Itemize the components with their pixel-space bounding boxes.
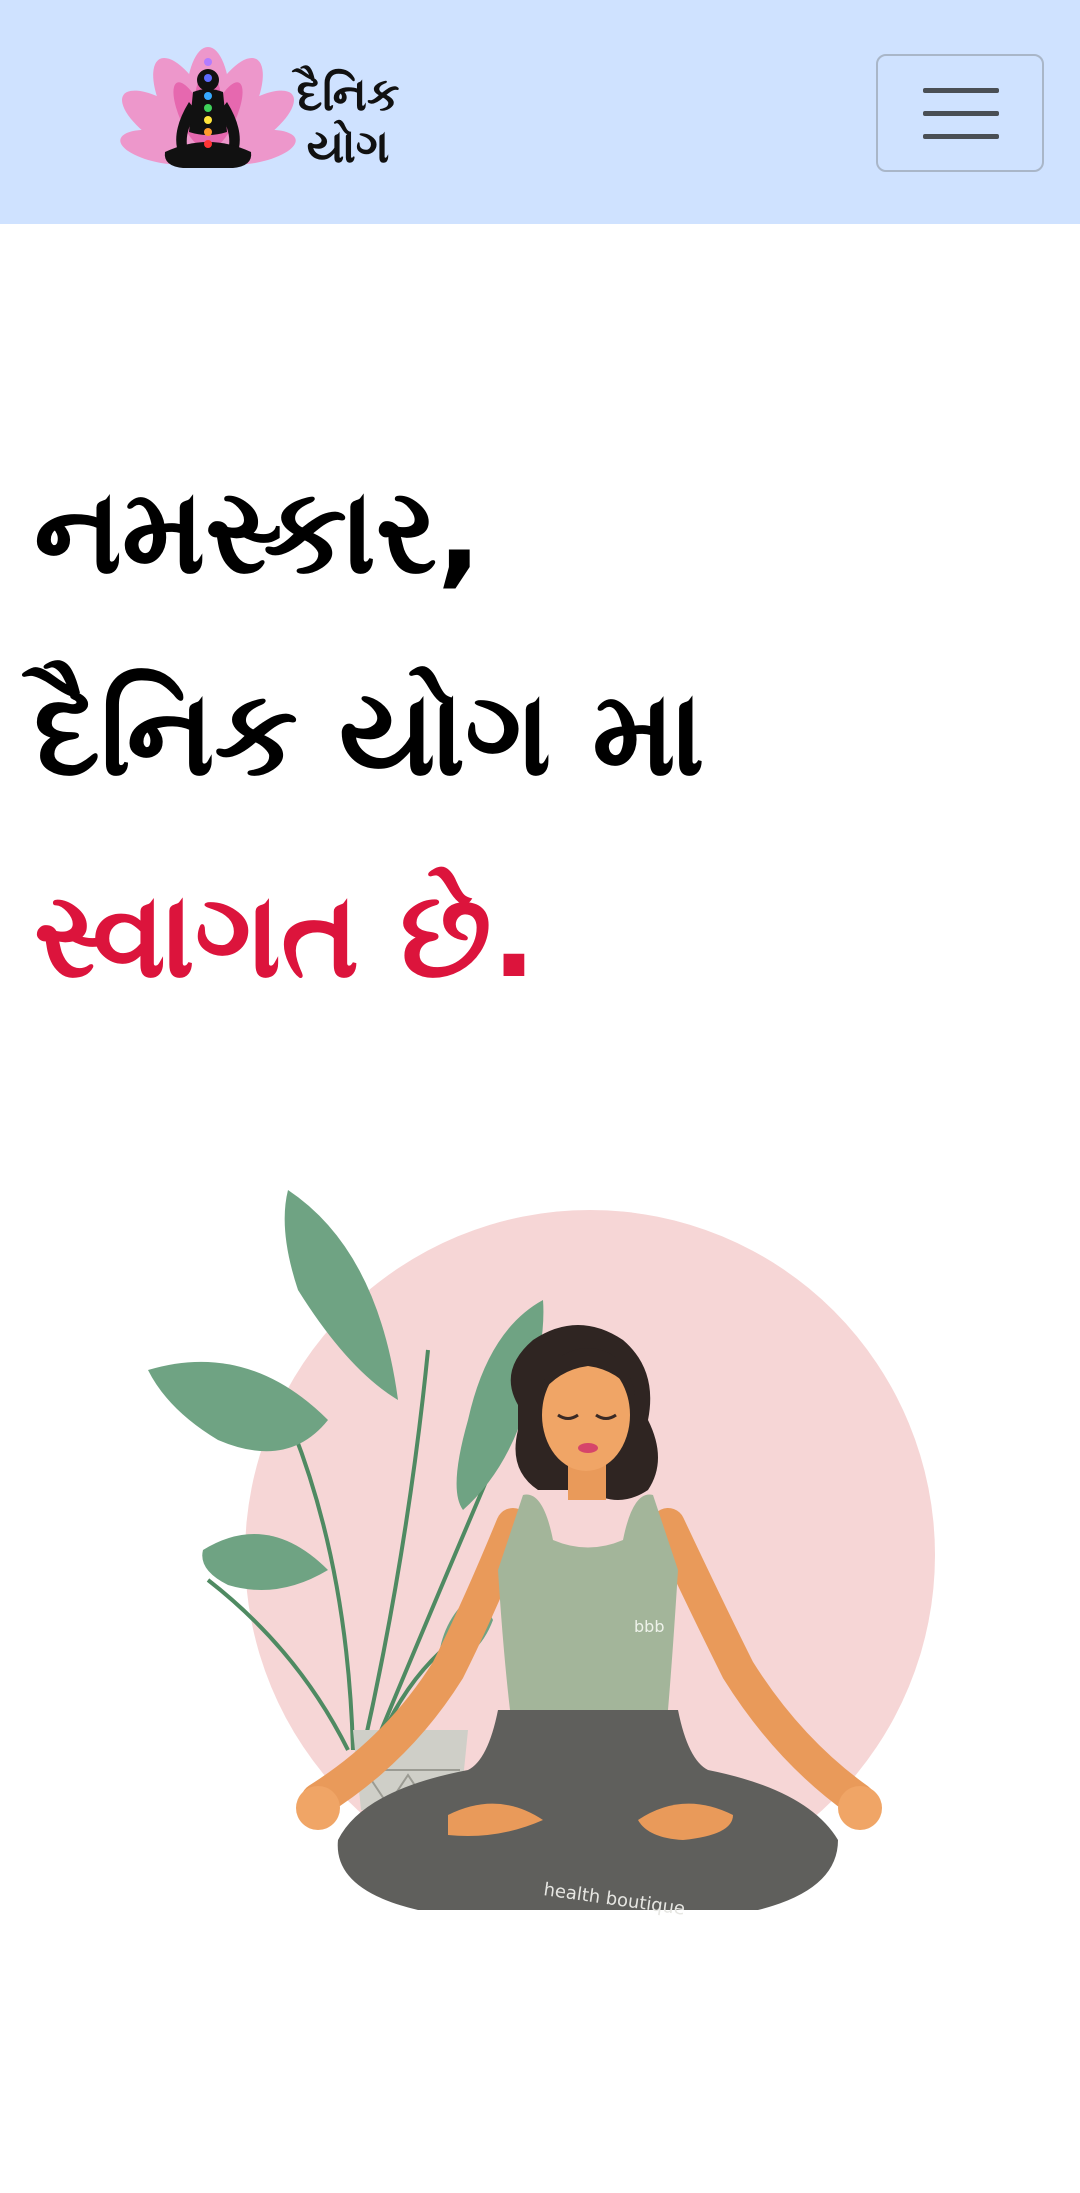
welcome-heading: નમસ્કાર, દૈનિક યોગ મા સ્વાગત છે. (34, 430, 1034, 1036)
top-navbar: દૈનિક યોગ (0, 0, 1080, 224)
shirt-logo-text: bbb (634, 1617, 664, 1636)
meditation-lotus-logo-icon (120, 47, 296, 168)
brand-link[interactable]: દૈનિક યોગ (113, 40, 403, 190)
hamburger-menu-icon (923, 88, 999, 139)
brand-name-line1: દૈનિક (296, 67, 400, 121)
menu-toggle-button[interactable] (876, 54, 1044, 172)
page: દૈનિક યોગ નમસ્કાર, દૈનિક યોગ મા સ્વાગત છ… (0, 0, 1080, 2193)
welcome-line-1: નમસ્કાર, (34, 462, 482, 600)
yoga-meditation-illustration: bbb health boutique (148, 1190, 935, 1920)
brand-name: દૈનિક યોગ (288, 68, 408, 172)
brand-name-line2: યોગ (306, 119, 390, 173)
welcome-line-2: દૈનિક યોગ મા (34, 664, 705, 802)
welcome-line-3: સ્વાગત છે. (34, 866, 537, 1004)
